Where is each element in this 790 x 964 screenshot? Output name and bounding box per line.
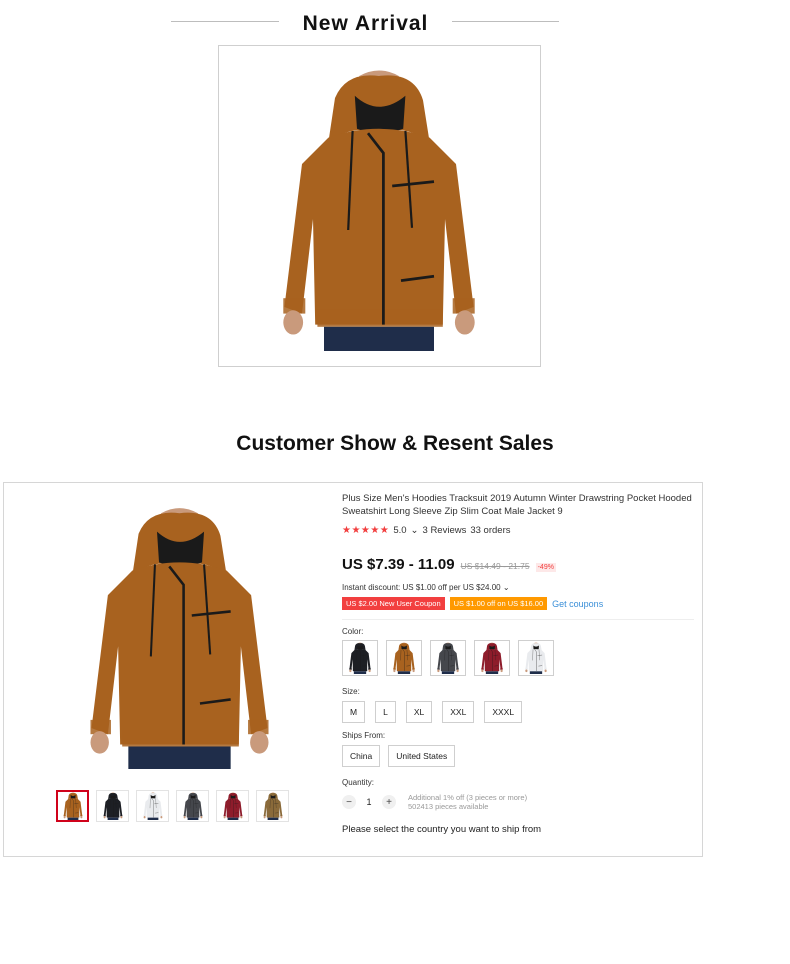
- price-row: US $7.39 - 11.09 US $14.49 - 21.75 -49%: [342, 556, 694, 573]
- brown-hoodie-image: [89, 506, 270, 769]
- original-price: US $14.49 - 21.75: [460, 561, 530, 571]
- brown-hoodie-image: [281, 69, 477, 353]
- size-option-l[interactable]: L: [375, 701, 396, 723]
- reviews-link[interactable]: 3 Reviews: [423, 525, 467, 536]
- thumbnail-brown[interactable]: [56, 790, 89, 822]
- new-arrival-product-image[interactable]: [218, 45, 541, 367]
- thumbnail-khaki[interactable]: [256, 790, 289, 822]
- color-options: [342, 640, 694, 676]
- instant-discount[interactable]: Instant discount: US $1.00 off per US $2…: [342, 583, 694, 592]
- color-label: Color:: [342, 627, 364, 636]
- thumbnail-dark-gray[interactable]: [176, 790, 209, 822]
- quantity-info: Additional 1% off (3 pieces or more) 502…: [408, 793, 527, 811]
- rating-row: ★★★★★ 5.0 ⌄ 3 Reviews 33 orders: [342, 525, 694, 536]
- white-hoodie-icon: [141, 792, 165, 820]
- dark-gray-hoodie-icon: [181, 792, 205, 820]
- black-hoodie-icon: [101, 792, 125, 820]
- dark-gray-hoodie-icon: [434, 642, 462, 674]
- size-option-xxxl[interactable]: XXXL: [484, 701, 523, 723]
- chevron-down-icon[interactable]: ⌄: [411, 525, 419, 536]
- product-panel: Plus Size Men's Hoodies Tracksuit 2019 A…: [3, 482, 703, 857]
- quantity-decrease-button[interactable]: −: [342, 795, 356, 809]
- new-user-coupon[interactable]: US $2.00 New User Coupon: [342, 597, 445, 610]
- additional-discount-text: Additional 1% off (3 pieces or more): [408, 793, 528, 802]
- quantity-label: Quantity:: [342, 778, 375, 787]
- instant-discount-text: Instant discount: US $1.00 off per US $2…: [342, 583, 501, 592]
- section-title-new-arrival: New Arrival: [302, 12, 429, 35]
- color-option-dark-gray[interactable]: [430, 640, 466, 676]
- size-option-xxl[interactable]: XXL: [442, 701, 475, 723]
- ships-from-label: Ships From:: [342, 731, 386, 740]
- ships-from-china[interactable]: China: [342, 745, 381, 767]
- select-country-message: Please select the country you want to sh…: [342, 824, 542, 835]
- quantity-input[interactable]: 1: [362, 797, 376, 807]
- section-title-customer-show: Customer Show & Resent Sales: [236, 432, 554, 455]
- quantity-increase-button[interactable]: +: [382, 795, 396, 809]
- white-hoodie-icon: [522, 642, 550, 674]
- product-main-image[interactable]: [77, 499, 282, 771]
- size-options: M L XL XXL XXXL: [342, 701, 694, 723]
- brown-hoodie-icon: [61, 792, 85, 820]
- khaki-hoodie-icon: [261, 792, 285, 820]
- discount-badge: -49%: [535, 563, 556, 572]
- quantity-stepper: − 1 + Additional 1% off (3 pieces or mor…: [342, 793, 694, 811]
- coupon-row: US $2.00 New User Coupon US $1.00 off on…: [342, 597, 694, 610]
- size-label: Size:: [342, 687, 360, 696]
- product-title[interactable]: Plus Size Men's Hoodies Tracksuit 2019 A…: [342, 493, 694, 518]
- burgundy-hoodie-icon: [221, 792, 245, 820]
- thumbnail-white[interactable]: [136, 790, 169, 822]
- color-option-white[interactable]: [518, 640, 554, 676]
- product-info: Plus Size Men's Hoodies Tracksuit 2019 A…: [342, 493, 694, 835]
- color-option-burgundy[interactable]: [474, 640, 510, 676]
- divider: [342, 619, 694, 620]
- ships-from-options: China United States: [342, 745, 694, 767]
- pieces-available-text: 502413 pieces available: [408, 802, 489, 811]
- chevron-down-icon: ⌄: [502, 583, 510, 592]
- black-hoodie-icon: [346, 642, 374, 674]
- burgundy-hoodie-icon: [478, 642, 506, 674]
- orders-count: 33 orders: [470, 525, 511, 536]
- thumbnail-strip: [56, 790, 289, 822]
- price: US $7.39 - 11.09: [342, 556, 455, 573]
- color-option-brown[interactable]: [386, 640, 422, 676]
- size-option-m[interactable]: M: [342, 701, 366, 723]
- brown-hoodie-icon: [390, 642, 418, 674]
- color-option-black[interactable]: [342, 640, 378, 676]
- thumbnail-black[interactable]: [96, 790, 129, 822]
- rating-value[interactable]: 5.0: [393, 525, 406, 536]
- divider-line-left: [171, 21, 279, 22]
- divider-line-right: [452, 21, 559, 22]
- ships-from-united-states[interactable]: United States: [388, 745, 456, 767]
- star-rating-icon: ★★★★★: [342, 525, 390, 536]
- store-coupon[interactable]: US $1.00 off on US $16.00: [449, 597, 548, 610]
- get-coupons-link[interactable]: Get coupons: [552, 599, 603, 609]
- thumbnail-burgundy[interactable]: [216, 790, 249, 822]
- size-option-xl[interactable]: XL: [405, 701, 433, 723]
